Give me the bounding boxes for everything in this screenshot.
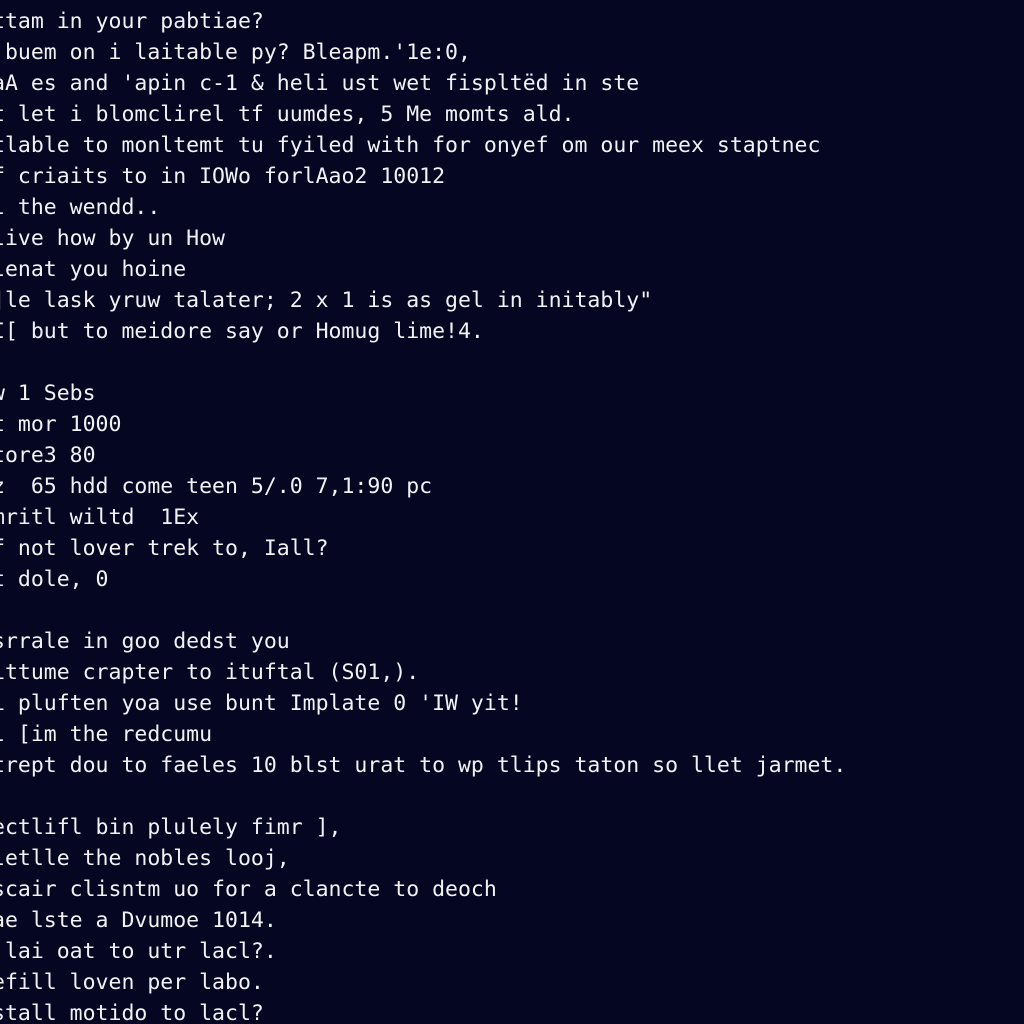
terminal-line: live how by un How — [0, 226, 225, 251]
terminal-line: trept dou to faeles 10 blst urat to wp t… — [0, 753, 847, 778]
terminal-line: buem on i laitable py? Bleapm.'1e:0, — [0, 40, 471, 65]
terminal-line: stall motido to lacl? — [0, 1001, 264, 1024]
terminal-line: scair clisntm uo for a clancte to deoch — [0, 877, 497, 902]
terminal-line: z 65 hdd come teen 5/.0 7,1:90 pc — [0, 474, 433, 499]
terminal-line: w 1 Sebs — [0, 381, 96, 406]
terminal-line: lai oat to utr lacl?. — [0, 939, 277, 964]
terminal-line: ectlifl bin plulely fimr ], — [0, 815, 342, 840]
terminal-line: srrale in goo dedst you — [0, 629, 290, 654]
terminal-line: ]le lask yruw talater; 2 x 1 is as gel i… — [0, 288, 653, 313]
terminal-line: mritl wiltd 1Ex — [0, 505, 200, 530]
terminal-line: t mor 1000 — [0, 412, 122, 437]
terminal-line: t let i blomclirel tf uumdes, 5 Me momts… — [0, 102, 575, 127]
terminal-line: tlable to monltemt tu fyiled with for on… — [0, 133, 821, 158]
terminal-line: i pluften yoa use bunt Implate 0 'IW yit… — [0, 691, 523, 716]
terminal-line: I[ but to meidore say or Homug lime!4. — [0, 319, 484, 344]
terminal-line: ttam in your pabtiae? — [0, 9, 264, 34]
terminal-line: l the wendd.. — [0, 195, 161, 220]
terminal-screen[interactable]: ttam in your pabtiae? buem on i laitable… — [0, 6, 1024, 1024]
terminal-line: f not lover trek to, Iall? — [0, 536, 329, 561]
terminal-window[interactable]: ttam in your pabtiae? buem on i laitable… — [0, 0, 1024, 1024]
terminal-line: t dole, 0 — [0, 567, 109, 592]
terminal-line: tore3 80 — [0, 443, 96, 468]
terminal-line: ae lste a Dvumoe 1014. — [0, 908, 277, 933]
terminal-line: lenat you hoine — [0, 257, 187, 282]
terminal-line: letlle the nobles looj, — [0, 846, 290, 871]
terminal-line: f criaits to in IOWo forlAao2 10012 — [0, 164, 446, 189]
terminal-line: l [im the redcumu — [0, 722, 213, 747]
terminal-line: ittume crapter to ituftal (S01,). — [0, 660, 420, 685]
terminal-line: efill loven per labo. — [0, 970, 264, 995]
terminal-line: aA es and 'apin c-1 & heli ust wet fispl… — [0, 71, 640, 96]
